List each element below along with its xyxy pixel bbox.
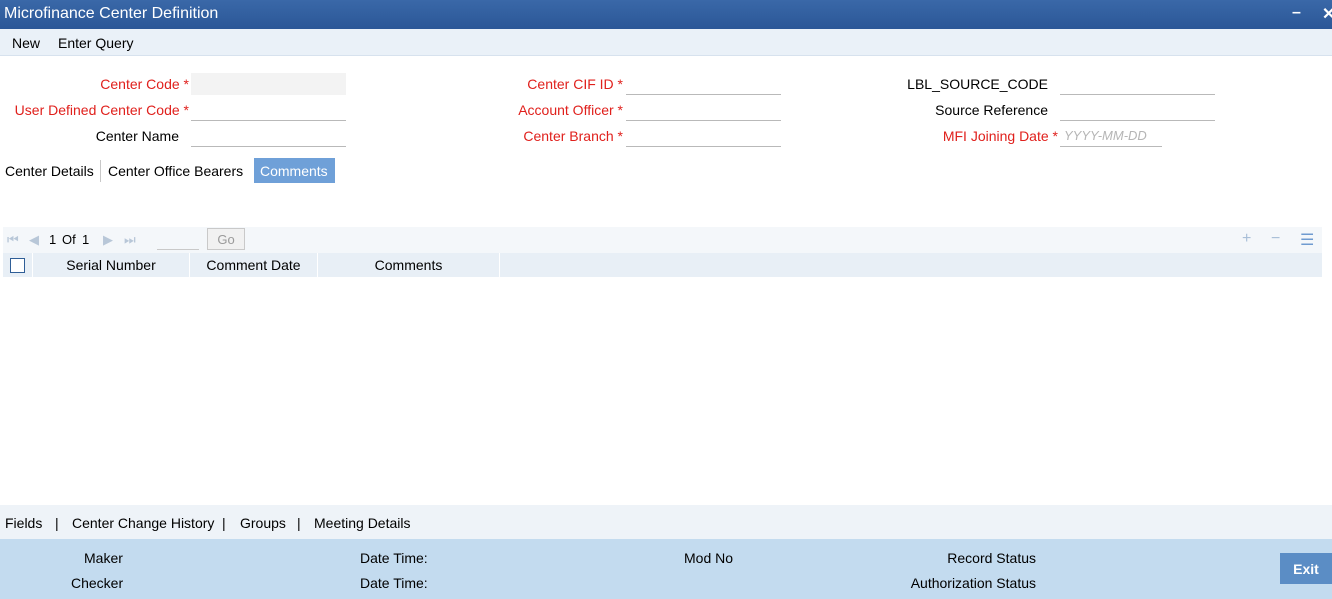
center-code-field[interactable] [191, 73, 346, 95]
previous-page-icon[interactable]: ◀ [29, 232, 39, 248]
account-officer-field[interactable] [626, 99, 781, 121]
grid-toolbar: ⏮ ◀ 1 Of 1 ▶ ⏭ Go + − ☰ [3, 227, 1322, 253]
link-separator: | [55, 515, 59, 531]
column-serial-number[interactable]: Serial Number [33, 253, 190, 277]
window-titlebar: Microfinance Center Definition – ✕ [0, 0, 1332, 29]
checker-label: Checker [71, 575, 124, 591]
authorization-status-label: Authorization Status [910, 575, 1036, 591]
toolbar: New Enter Query [0, 29, 1332, 56]
grid-header: Serial Number Comment Date Comments [3, 253, 1322, 277]
window-title: Microfinance Center Definition [4, 5, 219, 22]
user-defined-center-code-field[interactable] [191, 99, 346, 121]
page-of-label: Of [62, 232, 76, 247]
last-page-icon[interactable]: ⏭ [124, 232, 136, 248]
mfi-joining-date-field[interactable] [1060, 125, 1162, 147]
center-name-label: Center Name [95, 128, 179, 144]
exit-button[interactable]: Exit [1280, 553, 1332, 584]
select-all-cell [3, 253, 33, 277]
center-cif-id-field[interactable] [626, 73, 781, 95]
meeting-details-link[interactable]: Meeting Details [314, 515, 411, 531]
tab-divider [100, 160, 101, 182]
fields-link[interactable]: Fields [5, 515, 42, 531]
source-reference-label: Source Reference [935, 102, 1048, 118]
tab-center-details[interactable]: Center Details [0, 158, 100, 183]
center-change-history-link[interactable]: Center Change History [72, 515, 214, 531]
next-page-icon[interactable]: ▶ [103, 232, 113, 248]
delete-row-icon[interactable]: − [1271, 230, 1280, 248]
source-code-label: LBL_SOURCE_CODE [907, 76, 1048, 92]
single-view-icon[interactable]: ☰ [1300, 230, 1314, 250]
first-page-icon[interactable]: ⏮ [7, 232, 19, 248]
go-button[interactable]: Go [207, 228, 245, 250]
minimize-icon[interactable]: – [1292, 4, 1301, 22]
center-cif-id-label: Center CIF ID * [527, 76, 623, 92]
user-defined-center-code-label: User Defined Center Code * [14, 102, 189, 118]
mod-no-label: Mod No [684, 550, 734, 566]
source-code-field[interactable] [1060, 73, 1215, 95]
center-branch-field[interactable] [626, 125, 781, 147]
close-icon[interactable]: ✕ [1322, 4, 1332, 24]
maker-label: Maker [84, 550, 123, 566]
add-row-icon[interactable]: + [1242, 230, 1251, 248]
link-separator: | [222, 515, 226, 531]
checker-date-time-label: Date Time: [360, 575, 428, 591]
maker-date-time-label: Date Time: [360, 550, 428, 566]
source-reference-field[interactable] [1060, 99, 1215, 121]
record-status-label: Record Status [947, 550, 1036, 566]
page-total: 1 [82, 232, 90, 247]
account-officer-label: Account Officer * [518, 102, 623, 118]
select-all-checkbox[interactable] [10, 258, 25, 273]
center-code-label: Center Code * [100, 76, 189, 92]
links-bar: Fields | Center Change History | Groups … [0, 505, 1332, 539]
page-number-input[interactable] [157, 230, 199, 250]
center-branch-label: Center Branch * [523, 128, 623, 144]
mfi-joining-date-label: MFI Joining Date * [942, 128, 1058, 144]
link-separator: | [297, 515, 301, 531]
audit-footer: Maker Checker Date Time: Date Time: Mod … [0, 539, 1332, 599]
tab-comments[interactable]: Comments [254, 158, 335, 183]
groups-link[interactable]: Groups [240, 515, 286, 531]
column-comments[interactable]: Comments [318, 253, 500, 277]
page-current: 1 [49, 232, 57, 247]
tab-center-office-bearers[interactable]: Center Office Bearers [102, 158, 249, 183]
column-comment-date[interactable]: Comment Date [190, 253, 318, 277]
new-button[interactable]: New [12, 35, 40, 51]
enter-query-button[interactable]: Enter Query [58, 35, 133, 51]
center-name-field[interactable] [191, 125, 346, 147]
